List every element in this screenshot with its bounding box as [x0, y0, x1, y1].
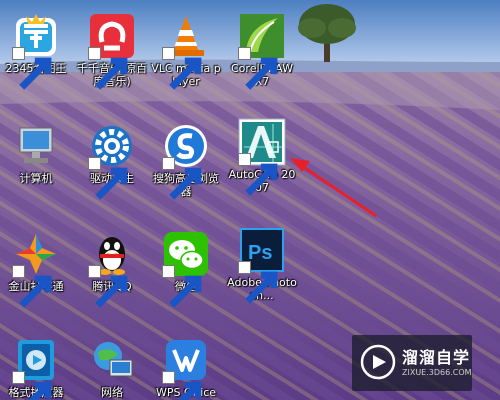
desktop-icon-jinshan[interactable]: 金山打字通	[0, 230, 72, 308]
desktop-icon-autocad[interactable]: AutoCAD 2007	[226, 118, 298, 196]
desktop-icon-2345kantu[interactable]: 2345看图王	[0, 12, 72, 90]
shortcut-arrow-icon	[12, 371, 52, 400]
coreldraw-icon	[238, 12, 286, 90]
wps-office-icon	[162, 336, 210, 400]
shortcut-arrow-icon	[12, 47, 52, 90]
desktop-icon-vlc[interactable]: VLC media player	[150, 12, 222, 90]
image-viewer-icon	[12, 12, 60, 90]
computer-icon	[12, 122, 60, 170]
svg-text:Ps: Ps	[248, 242, 272, 264]
format-player-icon	[12, 336, 60, 400]
music-player-icon	[88, 12, 136, 90]
photoshop-icon: Ps	[238, 226, 286, 304]
shortcut-arrow-icon	[238, 47, 278, 90]
desktop-icon-qianqian[interactable]: 千千音乐(原百度音乐)	[76, 12, 148, 90]
watermark-logo-icon	[360, 344, 396, 380]
shortcut-arrow-icon	[88, 265, 128, 308]
qq-penguin-icon	[88, 230, 136, 308]
shortcut-arrow-icon	[162, 47, 202, 90]
typing-tutor-icon	[12, 230, 60, 308]
desktop-icon-sogou[interactable]: 搜狗高速浏览器	[150, 122, 222, 200]
icon-label: 计算机	[19, 172, 53, 185]
desktop-icon-photoshop[interactable]: Ps Adobe Photosh...	[226, 226, 298, 304]
desktop-icon-wps[interactable]: WPS Office	[150, 336, 222, 400]
desktop-icon-coreldraw[interactable]: CorelDRAW X7	[226, 12, 298, 90]
watermark-url: ZIXUE.3D66.COM	[402, 368, 472, 377]
desktop-icon-qudongrensheng[interactable]: 驱动人生	[76, 122, 148, 200]
desktop-icon-qq[interactable]: 腾讯QQ	[76, 230, 148, 308]
desktop-icon-computer[interactable]: 计算机	[0, 122, 72, 185]
desktop-icon-geshi[interactable]: 格式播放器	[0, 336, 72, 400]
driver-gear-icon	[88, 122, 136, 200]
icon-label: 网络	[101, 386, 123, 399]
desktop-icon-wechat[interactable]: 微信	[150, 230, 222, 308]
sogou-browser-icon	[162, 122, 210, 200]
shortcut-arrow-icon	[238, 153, 278, 196]
autocad-icon	[238, 118, 286, 196]
shortcut-arrow-icon	[12, 265, 52, 308]
desktop-icon-network[interactable]: 网络	[76, 336, 148, 399]
shortcut-arrow-icon	[88, 157, 128, 200]
wechat-icon	[162, 230, 210, 308]
vlc-cone-icon	[162, 12, 210, 90]
network-icon	[88, 336, 136, 384]
watermark-title: 溜溜自学	[402, 348, 471, 367]
shortcut-arrow-icon	[88, 47, 128, 90]
shortcut-arrow-icon	[162, 371, 202, 400]
shortcut-arrow-icon	[162, 265, 202, 308]
watermark-badge: 溜溜自学 ZIXUE.3D66.COM	[352, 335, 472, 391]
shortcut-arrow-icon	[238, 261, 278, 304]
desktop: 2345看图王 计算机 金山打字通 格式播放器 千千音乐(原百度音乐) 驱动人生…	[0, 0, 500, 400]
shortcut-arrow-icon	[162, 157, 202, 200]
